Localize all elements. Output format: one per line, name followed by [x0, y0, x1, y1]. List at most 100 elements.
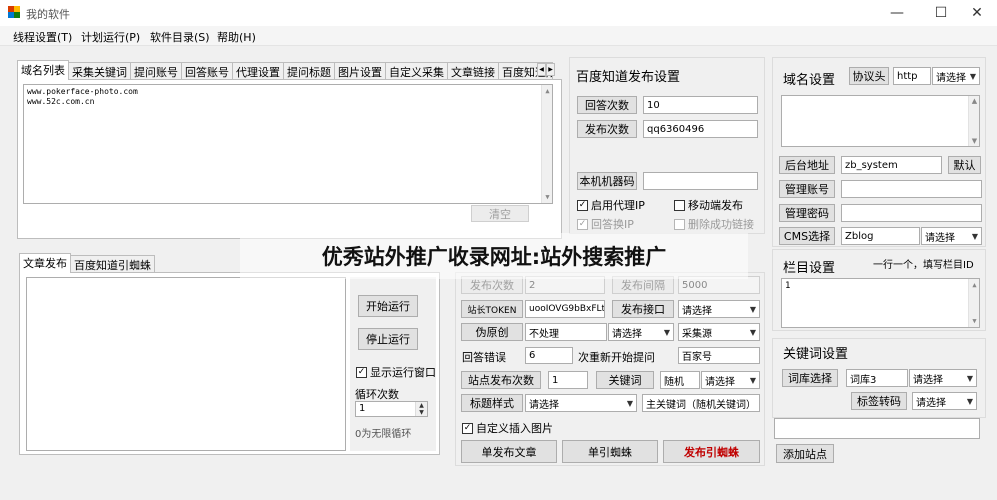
- mobile-publish-checkbox[interactable]: 移动端发布: [674, 197, 743, 213]
- protocol-input[interactable]: http: [893, 67, 931, 85]
- category-textarea[interactable]: 1 ▲ ▼: [781, 278, 980, 328]
- pseudo-original-button[interactable]: 伪原创: [461, 323, 523, 341]
- chevron-down-icon: ▼: [966, 396, 973, 406]
- random-select[interactable]: 请选择 ▼: [701, 371, 760, 389]
- custom-image-checkbox[interactable]: ✓ 自定义插入图片: [462, 420, 553, 436]
- library-button[interactable]: 词库选择: [782, 369, 838, 387]
- domain-list-page: www.pokerface-photo.com www.52c.com.cn ▲…: [17, 79, 562, 239]
- tab-article-publish[interactable]: 文章发布: [19, 253, 71, 273]
- answer-error-input[interactable]: 6: [525, 347, 573, 364]
- add-site-input[interactable]: [774, 418, 980, 439]
- site-publish-button[interactable]: 站点发布次数: [461, 371, 541, 389]
- tab-scroll-right-icon[interactable]: ▶: [546, 63, 555, 76]
- tab-article-links[interactable]: 文章链接: [447, 62, 499, 80]
- pseudo-original-input[interactable]: 不处理: [525, 323, 607, 341]
- tab-collect-keywords[interactable]: 采集关键词: [68, 62, 131, 80]
- tab-answer-accounts[interactable]: 回答账号: [181, 62, 233, 80]
- answer-ip-checkbox[interactable]: ✓ 回答换IP: [577, 216, 634, 232]
- tab-image-settings[interactable]: 图片设置: [334, 62, 386, 80]
- close-icon: ✕: [971, 5, 983, 21]
- check-icon: ✓: [356, 366, 367, 378]
- token-button[interactable]: 站长TOKEN: [461, 300, 523, 318]
- category-scrollbar[interactable]: ▲ ▼: [968, 279, 979, 327]
- publish-spider-button[interactable]: 发布引蜘蛛: [663, 440, 760, 463]
- answer-count-input[interactable]: 10: [643, 96, 758, 114]
- cms-select[interactable]: 请选择 ▼: [921, 227, 982, 245]
- domain-textarea-scrollbar[interactable]: ▲ ▼: [968, 96, 979, 146]
- menu-thread-settings[interactable]: 线程设置(T): [13, 29, 72, 45]
- loop-count-spinner[interactable]: 1 ▲ ▼: [355, 401, 428, 417]
- title-style-button[interactable]: 标题样式: [461, 394, 523, 412]
- admin-account-button[interactable]: 管理账号: [779, 180, 835, 198]
- tab-proxy-settings[interactable]: 代理设置: [232, 62, 284, 80]
- domain-settings-title: 域名设置: [783, 73, 836, 88]
- single-post-button[interactable]: 单发布文章: [461, 440, 557, 463]
- machine-code-input[interactable]: [643, 172, 758, 190]
- tab-scroll-left-icon[interactable]: ◀: [537, 63, 546, 76]
- site-publish-input[interactable]: 1: [548, 371, 588, 389]
- publish-count-button[interactable]: 发布次数: [577, 120, 637, 138]
- menu-help[interactable]: 帮助(H): [217, 29, 256, 45]
- check-icon: ✓: [462, 422, 473, 434]
- tab-custom-collect[interactable]: 自定义采集: [385, 62, 448, 80]
- start-button[interactable]: 开始运行: [358, 295, 418, 317]
- enable-proxy-checkbox[interactable]: ✓ 启用代理IP: [577, 197, 645, 213]
- publish-log-area[interactable]: [26, 277, 346, 451]
- publish-api-value: 请选择: [682, 305, 712, 317]
- window-title: 我的软件: [26, 8, 70, 21]
- tab-baidu-spider[interactable]: 百度知道引蜘蛛: [70, 255, 155, 273]
- admin-account-input[interactable]: [841, 180, 982, 198]
- tab-question-accounts[interactable]: 提问账号: [130, 62, 182, 80]
- app-icon: [8, 6, 20, 18]
- token-input[interactable]: uooIOVG9bBxFLtyy: [525, 300, 605, 318]
- publish-count-input[interactable]: qq6360496: [643, 120, 758, 138]
- delete-success-checkbox[interactable]: 删除成功链接: [674, 216, 754, 232]
- domain-textarea[interactable]: ▲ ▼: [781, 95, 980, 147]
- stop-button[interactable]: 停止运行: [358, 328, 418, 350]
- pseudo-original-select[interactable]: 请选择 ▼: [608, 323, 674, 341]
- publish-api-button[interactable]: 发布接口: [612, 300, 674, 318]
- random-input[interactable]: 随机: [660, 371, 700, 389]
- show-window-checkbox[interactable]: ✓ 显示运行窗口: [356, 364, 436, 380]
- menu-software-dir[interactable]: 软件目录(S): [150, 29, 210, 45]
- scroll-up-icon: ▲: [971, 97, 978, 105]
- tag-select[interactable]: 请选择 ▼: [912, 392, 977, 410]
- protocol-button[interactable]: 协议头: [849, 67, 889, 85]
- library-input[interactable]: 词库3: [846, 369, 908, 387]
- tab-question-title[interactable]: 提问标题: [283, 62, 335, 80]
- backend-input[interactable]: zb_system: [841, 156, 942, 174]
- publish-api-select[interactable]: 请选择 ▼: [678, 300, 760, 318]
- answer-count-button[interactable]: 回答次数: [577, 96, 637, 114]
- cms-input[interactable]: Zblog: [841, 227, 920, 245]
- spinner-arrows-icon[interactable]: ▲ ▼: [415, 402, 427, 416]
- tag-convert-button[interactable]: 标签转码: [851, 392, 907, 410]
- domain-list-textarea[interactable]: www.pokerface-photo.com www.52c.com.cn ▲…: [23, 84, 553, 204]
- add-site-button[interactable]: 添加站点: [776, 444, 834, 463]
- check-icon: ✓: [577, 199, 588, 211]
- keyword-button[interactable]: 关键词: [596, 371, 654, 389]
- library-select-value: 请选择: [913, 374, 943, 386]
- clear-button[interactable]: 清空: [471, 205, 529, 222]
- baijia-input[interactable]: 百家号: [678, 347, 760, 364]
- domain-list-scrollbar[interactable]: ▲ ▼: [541, 85, 552, 203]
- chevron-down-icon: ▼: [663, 327, 670, 337]
- title-style-select[interactable]: 请选择 ▼: [525, 394, 637, 412]
- tab-domain-list[interactable]: 域名列表: [17, 60, 69, 80]
- minimize-button[interactable]: —: [877, 0, 917, 26]
- category-line: 1: [785, 281, 791, 291]
- collect-source-select[interactable]: 采集源 ▼: [678, 323, 760, 341]
- maximize-button[interactable]: ☐: [921, 0, 961, 26]
- main-keyword-input[interactable]: 主关键词（随机关键词）: [642, 394, 760, 412]
- loop-label: 循环次数: [355, 388, 399, 401]
- admin-password-input[interactable]: [841, 204, 982, 222]
- close-button[interactable]: ✕: [957, 0, 997, 26]
- protocol-select[interactable]: 请选择 ▼: [932, 67, 980, 85]
- default-button[interactable]: 默认: [948, 156, 981, 174]
- single-spider-button[interactable]: 单引蜘蛛: [562, 440, 658, 463]
- machine-code-button[interactable]: 本机机器码: [577, 172, 637, 190]
- cms-button[interactable]: CMS选择: [779, 227, 835, 245]
- library-select[interactable]: 请选择 ▼: [909, 369, 977, 387]
- backend-button[interactable]: 后台地址: [779, 156, 835, 174]
- menu-schedule[interactable]: 计划运行(P): [81, 29, 140, 45]
- admin-password-button[interactable]: 管理密码: [779, 204, 835, 222]
